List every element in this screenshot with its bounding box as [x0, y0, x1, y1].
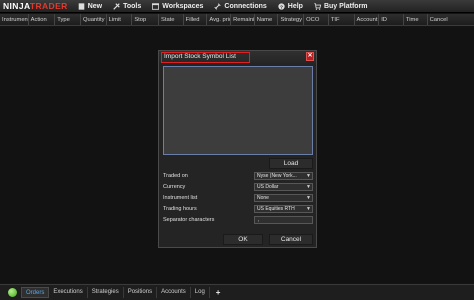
menu-workspaces-label: Workspaces [162, 2, 204, 10]
col-quantity[interactable]: Quantity [81, 14, 107, 25]
traded-on-value: Nyse (New York... [257, 173, 297, 179]
col-tif[interactable]: TIF [329, 14, 355, 25]
workspaces-icon [152, 2, 160, 10]
ninjatrader-logo: NINJATRADER [3, 1, 68, 11]
col-instrument[interactable]: Instrument [0, 14, 29, 25]
import-stock-symbol-dialog: Import Stock Symbol List ✕ Load Traded o… [158, 50, 317, 248]
col-state[interactable]: State [159, 14, 184, 25]
orders-grid-header: Instrument Action Type Quantity Limit St… [0, 14, 474, 26]
separator-row: Separator characters , [163, 216, 313, 225]
separator-label: Separator characters [163, 217, 215, 223]
col-strategy[interactable]: Strategy [278, 14, 305, 25]
col-action[interactable]: Action [29, 14, 56, 25]
tab-log[interactable]: Log [191, 287, 210, 298]
menu-connections-label: Connections [224, 2, 267, 10]
tab-orders[interactable]: Orders [21, 287, 50, 298]
svg-text:?: ? [280, 4, 283, 9]
currency-value: US Dollar [257, 184, 279, 190]
traded-on-row: Traded on Nyse (New York... ▼ [163, 172, 313, 181]
connection-status-icon [8, 288, 17, 297]
menu-tools-label: Tools [123, 2, 142, 10]
add-tab-button[interactable]: + [216, 288, 221, 297]
menu-connections[interactable]: Connections [214, 2, 267, 10]
trading-hours-row: Trading hours US Equities RTH ▼ [163, 205, 313, 214]
cancel-button[interactable]: Cancel [269, 234, 313, 245]
new-icon [78, 2, 85, 10]
trading-hours-select[interactable]: US Equities RTH ▼ [254, 205, 313, 213]
chevron-down-icon: ▼ [306, 184, 311, 190]
connections-icon [214, 2, 222, 10]
col-name[interactable]: Name [255, 14, 279, 25]
col-limit[interactable]: Limit [107, 14, 133, 25]
chevron-down-icon: ▼ [306, 173, 311, 179]
traded-on-select[interactable]: Nyse (New York... ▼ [254, 172, 313, 180]
menu-buy-platform[interactable]: Buy Platform [314, 3, 368, 10]
tab-accounts[interactable]: Accounts [157, 287, 191, 298]
col-stop[interactable]: Stop [132, 14, 159, 25]
load-button[interactable]: Load [269, 158, 313, 169]
instrument-list-value: None [257, 195, 269, 201]
instrument-list-label: Instrument list [163, 195, 198, 201]
help-icon: ? [278, 2, 285, 10]
col-account[interactable]: Account [355, 14, 380, 25]
menu-tools[interactable]: Tools [113, 3, 141, 10]
tools-icon [113, 2, 120, 10]
menu-help[interactable]: ? Help [278, 3, 303, 10]
instrument-list-row: Instrument list None ▼ [163, 194, 313, 203]
menu-workspaces[interactable]: Workspaces [152, 3, 203, 10]
menu-buy-platform-label: Buy Platform [323, 2, 368, 10]
trading-hours-value: US Equities RTH [257, 206, 295, 212]
col-time[interactable]: Time [404, 14, 428, 25]
col-type[interactable]: Type [55, 14, 81, 25]
col-id[interactable]: ID [379, 14, 404, 25]
menu-bar: NINJATRADER New Tools Workspaces Connect… [0, 0, 474, 13]
menu-help-label: Help [287, 2, 303, 10]
tab-positions[interactable]: Positions [124, 287, 158, 298]
dialog-title-bar[interactable]: Import Stock Symbol List ✕ [159, 51, 316, 63]
bottom-tab-bar: Orders Executions Strategies Positions A… [0, 284, 474, 300]
col-oco[interactable]: OCO [304, 14, 329, 25]
trading-hours-label: Trading hours [163, 206, 197, 212]
dialog-title: Import Stock Symbol List [161, 52, 250, 63]
col-avg-price[interactable]: Avg. price [207, 14, 232, 25]
buy-platform-icon [314, 2, 321, 10]
tab-executions[interactable]: Executions [49, 287, 88, 298]
col-cancel[interactable]: Cancel [428, 14, 474, 25]
col-filled[interactable]: Filled [184, 14, 208, 25]
menu-new-label: New [87, 2, 103, 10]
currency-label: Currency [163, 184, 186, 190]
tab-strategies[interactable]: Strategies [88, 287, 124, 298]
chevron-down-icon: ▼ [306, 206, 311, 212]
col-remaining[interactable]: Remaining [231, 14, 255, 25]
separator-input[interactable]: , [254, 216, 313, 224]
instrument-list-select[interactable]: None ▼ [254, 194, 313, 202]
menu-new[interactable]: New [78, 3, 102, 10]
currency-select[interactable]: US Dollar ▼ [254, 183, 313, 191]
symbol-list-box[interactable] [163, 66, 313, 155]
ok-button[interactable]: OK [223, 234, 263, 245]
chevron-down-icon: ▼ [306, 195, 311, 201]
close-icon[interactable]: ✕ [306, 52, 314, 61]
traded-on-label: Traded on [163, 173, 188, 179]
currency-row: Currency US Dollar ▼ [163, 183, 313, 192]
